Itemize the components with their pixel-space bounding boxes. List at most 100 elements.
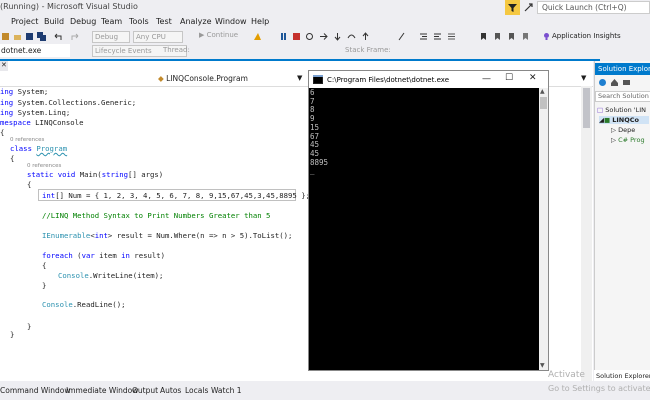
restart-icon[interactable] <box>304 32 315 41</box>
member-chevron-down-icon[interactable]: ▼ <box>581 74 586 82</box>
stop-icon[interactable] <box>291 32 302 41</box>
next-bookmark-icon[interactable] <box>506 32 517 41</box>
new-project-icon[interactable] <box>0 32 11 41</box>
menu-team[interactable]: Team <box>101 17 122 26</box>
redo-icon[interactable] <box>70 32 81 41</box>
save-all-icon[interactable] <box>36 32 47 41</box>
step-over-icon[interactable] <box>346 32 357 41</box>
code-line: IEnumerable<int> result = Num.Where(n =>… <box>42 231 292 240</box>
solution-node[interactable]: □ Solution 'LIN <box>597 106 646 114</box>
app-insights-button[interactable]: Application Insights <box>552 32 621 40</box>
dependencies-label: Depe <box>618 126 636 134</box>
quick-launch-input[interactable]: Quick Launch (Ctrl+Q) <box>537 1 650 14</box>
tab-output[interactable]: Output <box>132 386 158 395</box>
code-token: in <box>121 251 130 260</box>
console-output-area[interactable]: 6 7 8 9 15 67 45 45 8895 _ <box>309 88 539 370</box>
code-token: Console <box>58 271 89 280</box>
tab-autos[interactable]: Autos <box>160 386 181 395</box>
open-icon[interactable] <box>12 32 23 41</box>
continue-button[interactable]: ▶ Continue <box>199 31 244 43</box>
menu-build[interactable]: Build <box>44 17 64 26</box>
menu-tools[interactable]: Tools <box>129 17 149 26</box>
dependencies-node[interactable]: ▷ Depe <box>611 126 635 134</box>
codelens-references[interactable]: 0 references <box>10 137 44 143</box>
menu-debug[interactable]: Debug <box>70 17 96 26</box>
code-line: { <box>27 180 32 189</box>
collapsed-arrow-icon: ▷ <box>611 126 616 134</box>
scroll-down-icon[interactable]: ▼ <box>540 362 545 369</box>
close-window-icon[interactable]: ✕ <box>529 73 537 83</box>
member-dropdown[interactable]: ◆ LINQConsole.Program <box>155 72 305 85</box>
scroll-thumb[interactable] <box>540 97 547 109</box>
codelens-references[interactable]: 0 references <box>27 163 61 169</box>
outdent-icon[interactable] <box>432 32 443 41</box>
chevron-down-icon[interactable]: ▼ <box>297 74 302 82</box>
solution-explorer-tab[interactable]: Solution Explorer <box>594 370 650 381</box>
menu-test[interactable]: Test <box>156 17 172 26</box>
hot-reload-icon[interactable] <box>252 32 263 41</box>
csharp-project-icon: ■ <box>604 116 611 124</box>
menu-window[interactable]: Window <box>215 17 247 26</box>
thread-label: Thread: <box>163 46 190 54</box>
menu-analyze[interactable]: Analyze <box>180 17 212 26</box>
menu-project[interactable]: Project <box>11 17 38 26</box>
solution-search-input[interactable]: Search Solution E <box>595 91 650 102</box>
program-label: C# Prog <box>618 136 645 144</box>
solution-platform-select[interactable]: Any CPU <box>133 31 183 43</box>
process-select[interactable]: dotnet.exe <box>0 44 70 57</box>
code-token: result) <box>129 251 166 260</box>
code-token: Program <box>36 144 68 153</box>
sync-icon[interactable] <box>621 78 632 87</box>
tab-locals[interactable]: Locals <box>185 386 208 395</box>
code-line: } <box>10 330 15 339</box>
minimize-icon[interactable]: — <box>482 74 491 84</box>
code-token: System.Linq; <box>17 108 71 117</box>
program-file-node[interactable]: ▷ C# Prog <box>611 136 645 144</box>
output-line: 8895 <box>310 157 329 167</box>
debug-location-toolbar: Lifecycle Events Thread: Stack Frame: <box>0 44 650 57</box>
console-window[interactable]: C:\Program Files\dotnet\dotnet.exe — ☐ ✕… <box>308 70 549 371</box>
back-icon[interactable] <box>597 78 608 87</box>
console-title-bar[interactable]: C:\Program Files\dotnet\dotnet.exe — ☐ ✕ <box>309 71 548 88</box>
feedback-icon[interactable] <box>523 2 534 15</box>
console-scrollbar[interactable]: ▲ ▼ <box>539 88 548 370</box>
console-title: C:\Program Files\dotnet\dotnet.exe <box>327 76 450 84</box>
menu-bar: Project Build Debug Team Tools Test Anal… <box>0 15 650 29</box>
comment-icon[interactable] <box>396 32 407 41</box>
editor-scroll-thumb[interactable] <box>583 88 590 128</box>
solution-config-select[interactable]: Debug <box>92 31 130 43</box>
tab-command-window[interactable]: Command Window <box>0 386 71 395</box>
code-line: mespace LINQConsole <box>0 118 83 127</box>
close-icon[interactable]: ✕ <box>1 61 7 69</box>
code-token: int <box>94 231 108 240</box>
menu-help[interactable]: Help <box>251 17 269 26</box>
project-node[interactable]: ◢■ LINQCo <box>599 116 649 124</box>
uncomment-icon[interactable] <box>446 32 457 41</box>
output-line: 15 <box>310 122 320 132</box>
console-app-icon <box>313 75 323 86</box>
tab-immediate-window[interactable]: Immediate Window <box>66 386 138 395</box>
prev-bookmark-icon[interactable] <box>492 32 503 41</box>
undo-icon[interactable] <box>52 32 63 41</box>
indent-icon[interactable] <box>418 32 429 41</box>
activation-watermark-text: Go to Settings to activate Wi <box>548 384 650 393</box>
code-line: { <box>10 154 15 163</box>
show-next-statement-icon[interactable] <box>318 32 329 41</box>
code-token: var <box>81 251 95 260</box>
editor-scrollbar[interactable] <box>581 86 592 381</box>
pause-icon[interactable] <box>278 32 289 41</box>
scroll-up-icon[interactable]: ▲ <box>540 88 545 95</box>
bookmark-icon[interactable] <box>478 32 489 41</box>
maximize-icon[interactable]: ☐ <box>505 73 513 83</box>
class-icon: ◆ <box>158 74 164 83</box>
home-icon[interactable] <box>609 78 620 87</box>
tab-watch-1[interactable]: Watch 1 <box>211 386 242 395</box>
filter-icon[interactable] <box>505 0 520 15</box>
code-token: foreach <box>42 251 73 260</box>
step-into-icon[interactable] <box>332 32 343 41</box>
code-line: int[] Num = { 1, 2, 3, 4, 5, 6, 7, 8, 9,… <box>42 191 310 200</box>
code-line: class Program <box>10 144 67 153</box>
clear-bookmarks-icon[interactable] <box>520 32 531 41</box>
save-icon[interactable] <box>24 32 35 41</box>
step-out-icon[interactable] <box>360 32 371 41</box>
